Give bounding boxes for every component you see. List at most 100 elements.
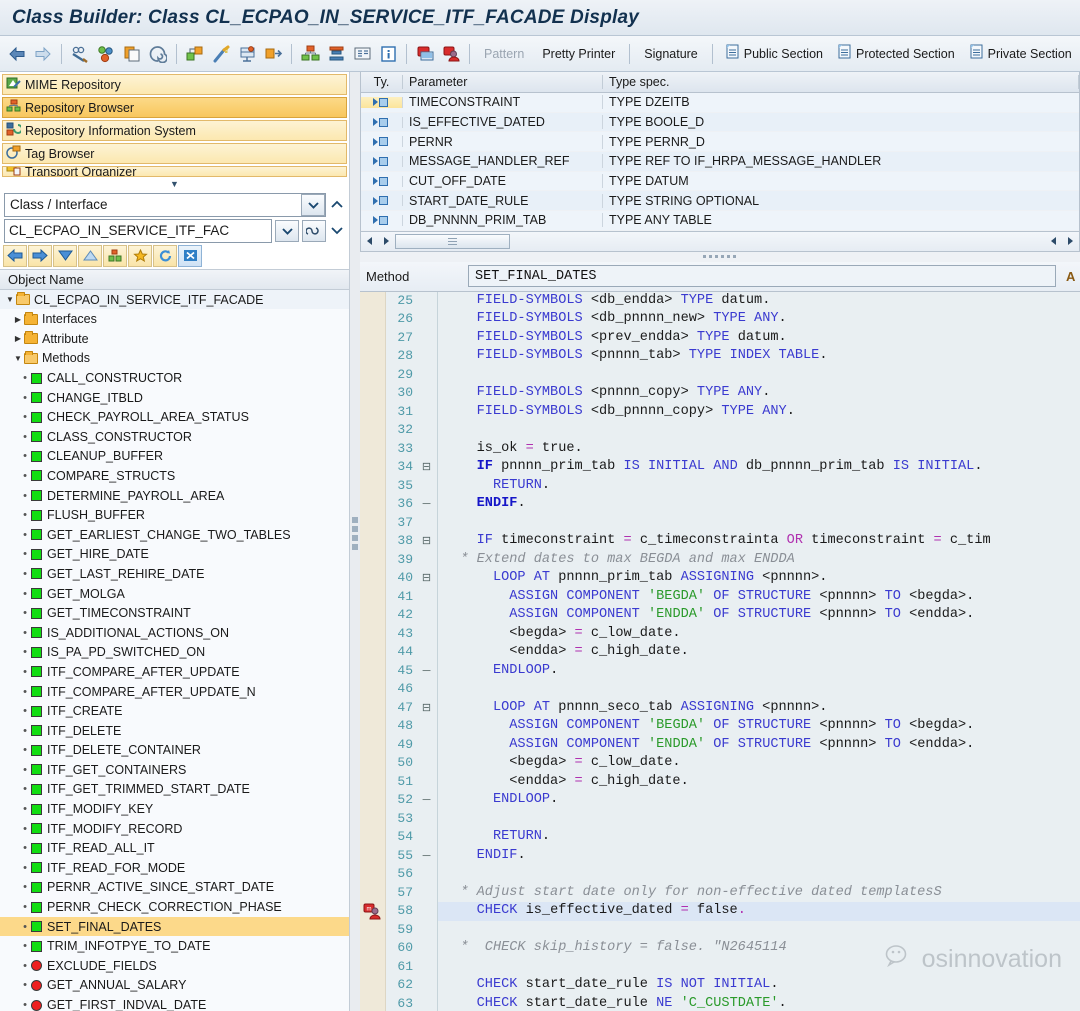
code-line[interactable]: FIELD-SYMBOLS <db_endda> TYPE datum. xyxy=(438,292,1080,311)
nav-expand-button[interactable] xyxy=(53,244,77,267)
back-icon[interactable] xyxy=(4,40,30,68)
tree-method-item[interactable]: • ITF_MODIFY_RECORD xyxy=(0,819,349,839)
code-line[interactable]: FIELD-SYMBOLS <pnnnn_tab> TYPE INDEX TAB… xyxy=(438,347,1080,366)
tree-method-item[interactable]: • CHECK_PAYROLL_AREA_STATUS xyxy=(0,407,349,427)
chevron-right-icon[interactable]: ▶ xyxy=(12,315,24,324)
code-line[interactable]: LOOP AT pnnnn_prim_tab ASSIGNING <pnnnn>… xyxy=(438,569,1080,588)
protected-section-button[interactable]: Protected Section xyxy=(830,41,962,67)
code-line[interactable] xyxy=(438,366,1080,385)
tree-method-item[interactable]: • GET_LAST_REHIRE_DATE xyxy=(0,564,349,584)
scroll-left-icon-right[interactable] xyxy=(1047,233,1061,249)
code-line[interactable] xyxy=(438,958,1080,977)
sidebar-item-transport-organizer[interactable]: Transport Organizer xyxy=(2,166,347,177)
public-section-button[interactable]: Public Section xyxy=(718,41,830,67)
tree-method-item[interactable]: • GET_TIMECONSTRAINT xyxy=(0,603,349,623)
code-line[interactable]: * Adjust start date only for non-effecti… xyxy=(438,884,1080,903)
tree-method-item[interactable]: • ITF_GET_TRIMMED_START_DATE xyxy=(0,780,349,800)
code-line[interactable]: FIELD-SYMBOLS <prev_endda> TYPE datum. xyxy=(438,329,1080,348)
parameters-horizontal-scrollbar[interactable] xyxy=(360,231,1080,252)
tree-method-item[interactable]: • CLASS_CONSTRUCTOR xyxy=(0,427,349,447)
code-line[interactable]: ASSIGN COMPONENT 'BEGDA' OF STRUCTURE <p… xyxy=(438,717,1080,736)
code-line[interactable]: <endda> = c_high_date. xyxy=(438,643,1080,662)
code-line[interactable]: FIELD-SYMBOLS <pnnnn_copy> TYPE ANY. xyxy=(438,384,1080,403)
tree-method-item[interactable]: • PERNR_ACTIVE_SINCE_START_DATE xyxy=(0,878,349,898)
pattern-button[interactable]: Pattern xyxy=(475,41,533,67)
redefine-icon[interactable] xyxy=(323,40,349,68)
fold-marker[interactable]: ⊟ xyxy=(416,458,437,477)
tree-folder-attribute[interactable]: ▶ Attribute xyxy=(0,329,349,349)
code-line[interactable]: CHECK start_date_rule NE 'C_CUSTDATE'. xyxy=(438,995,1080,1011)
where-used-icon[interactable] xyxy=(145,40,171,68)
fold-marker[interactable]: ⊟ xyxy=(416,569,437,588)
code-line[interactable]: * Extend dates to max BEGDA and max ENDD… xyxy=(438,551,1080,570)
fold-marker[interactable]: ⊟ xyxy=(416,532,437,551)
scroll-thumb[interactable] xyxy=(395,233,510,249)
fold-marker[interactable]: ─ xyxy=(416,495,437,514)
object-type-select[interactable]: Class / Interface xyxy=(4,192,326,217)
tree-method-item[interactable]: • EXCLUDE_FIELDS xyxy=(0,956,349,976)
tree-method-item[interactable]: • GET_EARLIEST_CHANGE_TWO_TABLES xyxy=(0,525,349,545)
code-line[interactable]: FIELD-SYMBOLS <db_pnnnn_new> TYPE ANY. xyxy=(438,310,1080,329)
chevron-down-icon[interactable] xyxy=(301,193,325,216)
code-line[interactable]: RETURN. xyxy=(438,477,1080,496)
code-line[interactable]: ENDIF. xyxy=(438,847,1080,866)
code-line[interactable]: ENDLOOP. xyxy=(438,791,1080,810)
pane-resize-handle[interactable] xyxy=(360,251,1080,262)
pattern-wizard-icon[interactable] xyxy=(208,40,234,68)
info-icon[interactable] xyxy=(375,40,401,68)
sidebar-item-mime-repository[interactable]: MIME Repository xyxy=(2,74,347,95)
scroll-right-icon-right[interactable] xyxy=(1063,233,1077,249)
scroll-down-icon[interactable] xyxy=(329,226,345,235)
tree-method-item[interactable]: • FLUSH_BUFFER xyxy=(0,505,349,525)
documentation-icon[interactable] xyxy=(349,40,375,68)
tree-method-item[interactable]: • CALL_CONSTRUCTOR xyxy=(0,368,349,388)
code-line[interactable]: CHECK is_effective_dated = false. xyxy=(438,902,1080,921)
code-folding-gutter[interactable]: ⊟ ─ ⊟ ⊟ ─ ⊟ ─ ─ xyxy=(416,291,438,1011)
nav-collapse-button[interactable] xyxy=(78,244,102,267)
code-line[interactable]: IF pnnnn_prim_tab IS INITIAL AND db_pnnn… xyxy=(438,458,1080,477)
copy-icon[interactable] xyxy=(119,40,145,68)
navigate-icon[interactable] xyxy=(260,40,286,68)
code-line[interactable] xyxy=(438,514,1080,533)
fold-marker[interactable]: ⊟ xyxy=(416,699,437,718)
scroll-right-icon[interactable] xyxy=(379,233,393,249)
table-row[interactable]: PERNR TYPE PERNR_D xyxy=(361,132,1079,153)
tree-method-item[interactable]: • PERNR_CHECK_CORRECTION_PHASE xyxy=(0,897,349,917)
scroll-track[interactable] xyxy=(395,233,1045,249)
pane-splitter[interactable] xyxy=(350,72,360,1011)
activate-icon[interactable] xyxy=(93,40,119,68)
tree-method-item[interactable]: • SET_FINAL_DATES xyxy=(0,916,349,937)
scroll-left-icon[interactable] xyxy=(363,233,377,249)
fold-marker[interactable]: ─ xyxy=(416,847,437,866)
private-section-button[interactable]: Private Section xyxy=(962,41,1079,67)
object-name-input[interactable]: CL_ECPAO_IN_SERVICE_ITF_FAC xyxy=(4,218,272,243)
sidebar-item-repository-information-system[interactable]: Repository Information System xyxy=(2,120,347,141)
table-row[interactable]: IS_EFFECTIVE_DATED TYPE BOOLE_D xyxy=(361,112,1079,133)
breakpoint-icon[interactable]: m xyxy=(363,902,383,920)
tree-method-item[interactable]: • GET_HIRE_DATE xyxy=(0,545,349,565)
nav-forward-button[interactable] xyxy=(28,244,52,267)
nav-hierarchy-button[interactable] xyxy=(103,244,127,267)
tree-method-item[interactable]: • GET_ANNUAL_SALARY xyxy=(0,976,349,996)
nav-favorites-button[interactable] xyxy=(128,244,152,267)
code-line[interactable]: <begda> = c_low_date. xyxy=(438,625,1080,644)
tree-method-item[interactable]: • CHANGE_ITBLD xyxy=(0,388,349,408)
code-line[interactable]: ASSIGN COMPONENT 'ENDDA' OF STRUCTURE <p… xyxy=(438,606,1080,625)
code-line[interactable]: is_ok = true. xyxy=(438,440,1080,459)
table-row[interactable]: DB_PNNNN_PRIM_TAB TYPE ANY TABLE xyxy=(361,211,1079,231)
tree-method-item[interactable]: • ITF_MODIFY_KEY xyxy=(0,799,349,819)
tree-method-item[interactable]: • GET_FIRST_INDVAL_DATE xyxy=(0,995,349,1011)
tree-method-item[interactable]: • IS_ADDITIONAL_ACTIONS_ON xyxy=(0,623,349,643)
table-row[interactable]: TIMECONSTRAINT TYPE DZEITB xyxy=(361,93,1079,113)
tree-method-item[interactable]: • CLEANUP_BUFFER xyxy=(0,447,349,467)
tree-node-root[interactable]: ▼ CL_ECPAO_IN_SERVICE_ITF_FACADE xyxy=(0,289,349,310)
code-line[interactable]: <endda> = c_high_date. xyxy=(438,773,1080,792)
tree-method-item[interactable]: • ITF_COMPARE_AFTER_UPDATE_N xyxy=(0,682,349,702)
code-line[interactable]: CHECK start_date_rule IS NOT INITIAL. xyxy=(438,976,1080,995)
class-check-icon[interactable] xyxy=(438,40,464,68)
object-search-icon[interactable] xyxy=(302,219,326,242)
code-line[interactable] xyxy=(438,865,1080,884)
sidebar-item-tag-browser[interactable]: Tag Browser xyxy=(2,143,347,164)
nav-close-button[interactable] xyxy=(178,244,202,267)
code-line[interactable]: IF timeconstraint = c_timeconstrainta OR… xyxy=(438,532,1080,551)
